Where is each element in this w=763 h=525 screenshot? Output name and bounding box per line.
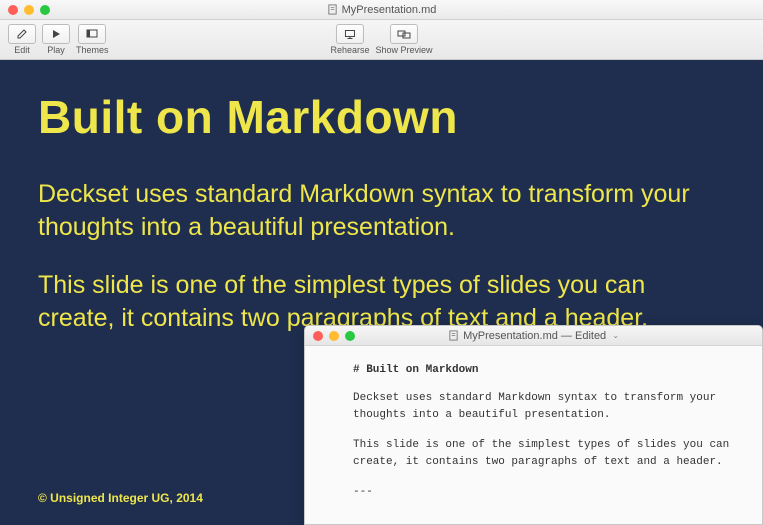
editor-window-title: MyPresentation.md — Edited ⌄ bbox=[305, 330, 762, 342]
rehearse-icon bbox=[336, 24, 364, 44]
editor-body[interactable]: # Built on Markdown Deckset uses standar… bbox=[305, 346, 762, 524]
show-preview-toolbar-item[interactable]: Show Preview bbox=[376, 24, 433, 55]
toolbar: Edit Play Themes Rehearse bbox=[0, 20, 763, 60]
chevron-down-icon[interactable]: ⌄ bbox=[612, 331, 619, 340]
editor-zoom-button[interactable] bbox=[345, 331, 355, 341]
editor-document-icon bbox=[448, 330, 459, 341]
slide-footer: © Unsigned Integer UG, 2014 bbox=[38, 491, 203, 505]
rehearse-toolbar-item[interactable]: Rehearse bbox=[330, 24, 369, 55]
slide-heading: Built on Markdown bbox=[38, 90, 725, 144]
markdown-heading: # Built on Markdown bbox=[353, 362, 740, 380]
play-toolbar-item[interactable]: Play bbox=[42, 24, 70, 55]
window-title-text: MyPresentation.md bbox=[342, 4, 437, 16]
window-title: MyPresentation.md bbox=[0, 4, 763, 16]
main-titlebar: MyPresentation.md bbox=[0, 0, 763, 20]
play-label: Play bbox=[47, 45, 65, 55]
editor-traffic-lights bbox=[313, 331, 355, 341]
edit-label: Edit bbox=[14, 45, 30, 55]
editor-close-button[interactable] bbox=[313, 331, 323, 341]
minimize-button[interactable] bbox=[24, 5, 34, 15]
themes-label: Themes bbox=[76, 45, 109, 55]
slide-paragraph-1: Deckset uses standard Markdown syntax to… bbox=[38, 178, 725, 243]
editor-window: MyPresentation.md — Edited ⌄ # Built on … bbox=[304, 325, 763, 525]
traffic-lights bbox=[8, 5, 50, 15]
pencil-icon bbox=[8, 24, 36, 44]
markdown-paragraph-1: Deckset uses standard Markdown syntax to… bbox=[353, 390, 740, 425]
themes-icon bbox=[78, 24, 106, 44]
play-icon bbox=[42, 24, 70, 44]
themes-toolbar-item[interactable]: Themes bbox=[76, 24, 109, 55]
rehearse-label: Rehearse bbox=[330, 45, 369, 55]
show-preview-label: Show Preview bbox=[376, 45, 433, 55]
document-icon bbox=[327, 4, 338, 15]
markdown-paragraph-2: This slide is one of the simplest types … bbox=[353, 437, 740, 472]
close-button[interactable] bbox=[8, 5, 18, 15]
markdown-hr: --- bbox=[353, 484, 740, 502]
zoom-button[interactable] bbox=[40, 5, 50, 15]
editor-title-text: MyPresentation.md — Edited bbox=[463, 330, 606, 342]
edit-toolbar-item[interactable]: Edit bbox=[8, 24, 36, 55]
editor-titlebar: MyPresentation.md — Edited ⌄ bbox=[305, 326, 762, 346]
preview-icon bbox=[390, 24, 418, 44]
editor-minimize-button[interactable] bbox=[329, 331, 339, 341]
